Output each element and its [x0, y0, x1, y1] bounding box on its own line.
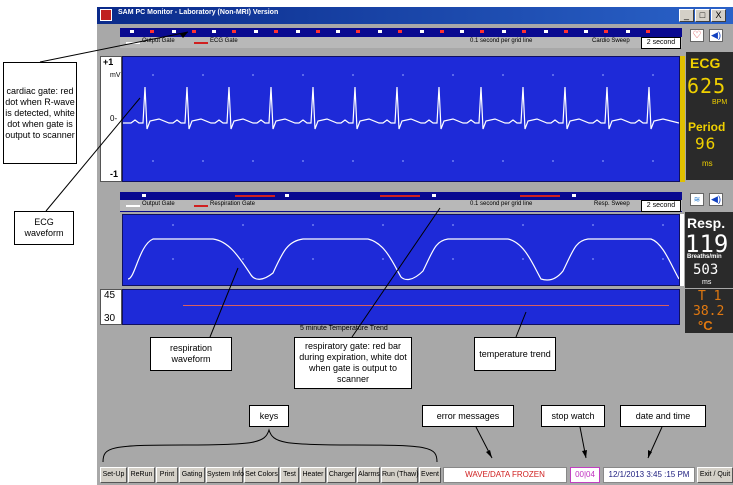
test-button[interactable]: Test: [280, 467, 299, 483]
rerun-button[interactable]: ReRun: [128, 467, 155, 483]
heater-button[interactable]: Heater: [300, 467, 326, 483]
gating-button[interactable]: Gating: [179, 467, 205, 483]
stopwatch-display[interactable]: 00|04: [570, 467, 600, 483]
setup-button[interactable]: Set-Up: [100, 467, 127, 483]
run-thaw-button[interactable]: Run (Thaw): [381, 467, 419, 483]
set-colors-button[interactable]: Set Colors: [244, 467, 279, 483]
charger-button[interactable]: Charger: [327, 467, 356, 483]
print-button[interactable]: Print: [156, 467, 178, 483]
event-button[interactable]: Event: [419, 467, 441, 483]
exit-quit-button[interactable]: Exit / Quit: [697, 467, 733, 483]
date-time-display: 12/1/2013 3:45 :15 PM: [603, 467, 695, 483]
alarms-button[interactable]: Alarms: [357, 467, 380, 483]
error-message-display: WAVE/DATA FROZEN: [443, 467, 567, 483]
annotation-leaders: [39, 31, 663, 463]
system-info-button[interactable]: System Info: [206, 467, 244, 483]
